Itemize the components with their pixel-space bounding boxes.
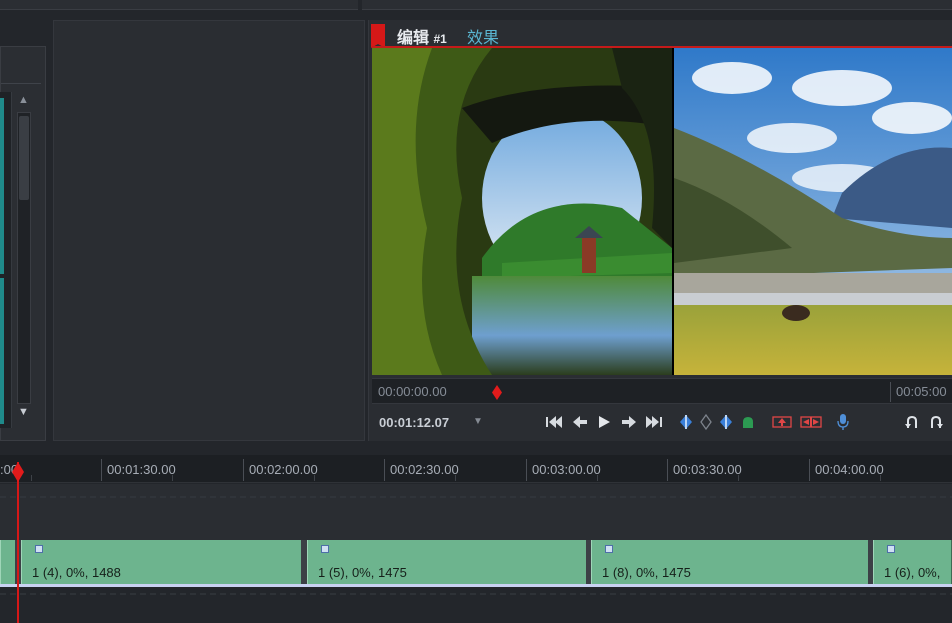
list-item-highlight — [0, 278, 4, 424]
tick-mark — [667, 459, 668, 481]
tick-label: 00:03:00.00 — [532, 462, 601, 477]
preview-ruler-end: 00:05:00 — [896, 384, 947, 399]
lift-icon[interactable] — [770, 412, 794, 432]
skip-to-end-icon[interactable] — [644, 412, 664, 432]
tick-mark — [809, 459, 810, 481]
current-timecode[interactable]: 00:01:12.07 — [379, 415, 449, 430]
timeline-clip[interactable]: 1 (6), 0%, — [873, 540, 952, 584]
tick-mark — [597, 475, 598, 481]
tick-mark — [172, 475, 173, 481]
clip-label: 1 (6), 0%, — [884, 565, 941, 580]
properties-panel — [53, 20, 365, 441]
timecode-dropdown-icon[interactable]: ▼ — [473, 416, 483, 427]
playhead-marker-icon[interactable] — [12, 462, 24, 482]
playhead-line[interactable] — [17, 462, 19, 623]
video-preview[interactable] — [372, 48, 952, 375]
step-back-icon[interactable] — [570, 412, 590, 432]
undo-icon[interactable] — [902, 412, 922, 432]
edit-tab-number: #1 — [433, 32, 447, 46]
preview-scrubber[interactable] — [372, 378, 952, 404]
tick-mark — [384, 459, 385, 481]
list-item-highlight — [0, 98, 4, 274]
timeline-track-upper[interactable] — [0, 484, 952, 538]
tick-mark — [314, 475, 315, 481]
timeline-clip[interactable]: 1 (5), 0%, 1475 — [307, 540, 587, 584]
redo-icon[interactable] — [926, 412, 946, 432]
tab-effects[interactable]: 效果 — [467, 24, 499, 48]
tick-mark — [31, 475, 32, 481]
mark-out-icon[interactable] — [716, 412, 736, 432]
panel-divider — [1, 83, 41, 84]
tick-label: 00:02:30.00 — [390, 462, 459, 477]
top-panel-strip-right — [362, 0, 952, 10]
scroll-up-icon[interactable]: ▲ — [18, 94, 29, 106]
edit-tab-label: 编辑 — [397, 30, 430, 47]
clip-label: 1 (4), 0%, 1488 — [32, 565, 121, 580]
timeline-clip[interactable]: 1 (8), 0%, 1475 — [591, 540, 869, 584]
scrollbar-thumb[interactable] — [19, 116, 29, 200]
tick-mark — [880, 475, 881, 481]
timeline-clip[interactable]: 1 (4), 0%, 1488 — [21, 540, 302, 584]
preview-position-marker-icon[interactable] — [492, 385, 502, 400]
scroll-down-icon[interactable]: ▼ — [18, 406, 29, 418]
track-guide — [0, 496, 952, 498]
preview-ruler-start: 00:00:00.00 — [378, 384, 447, 399]
tick-mark — [738, 475, 739, 481]
media-list[interactable] — [0, 92, 12, 428]
snapshot-icon[interactable] — [738, 412, 758, 432]
ruler-divider — [890, 382, 891, 402]
skip-to-start-icon[interactable] — [544, 412, 564, 432]
timeline-ruler[interactable]: :00 00:01:30.00 00:02:00.00 00:02:30.00 … — [0, 455, 952, 483]
clip-tag-icon — [35, 545, 43, 553]
clip-tag-icon — [321, 545, 329, 553]
tick-label: 00:03:30.00 — [673, 462, 742, 477]
tick-label: 00:01:30.00 — [107, 462, 176, 477]
clip-label: 1 (5), 0%, 1475 — [318, 565, 407, 580]
extract-icon[interactable] — [798, 412, 824, 432]
timeline-track-lower[interactable] — [0, 587, 952, 623]
marker-icon[interactable] — [696, 412, 716, 432]
clip-tag-icon — [887, 545, 895, 553]
top-panel-strip-left — [0, 0, 358, 10]
tick-label: 00:02:00.00 — [249, 462, 318, 477]
play-icon[interactable] — [594, 412, 614, 432]
microphone-icon[interactable] — [833, 412, 853, 432]
tick-mark — [526, 459, 527, 481]
clip-tag-icon — [605, 545, 613, 553]
tick-mark — [455, 475, 456, 481]
timeline-clip[interactable] — [0, 540, 16, 584]
tick-label: 00:04:00.00 — [815, 462, 884, 477]
clip-label: 1 (8), 0%, 1475 — [602, 565, 691, 580]
bookmark-flag-icon — [371, 24, 385, 48]
tick-mark — [101, 459, 102, 481]
track-guide — [0, 593, 952, 595]
timeline-divider — [0, 441, 952, 455]
video-frame-image — [372, 48, 952, 375]
mark-in-icon[interactable] — [676, 412, 696, 432]
preview-title[interactable]: 编辑 #1 — [397, 24, 447, 48]
tick-mark — [243, 459, 244, 481]
step-forward-icon[interactable] — [619, 412, 639, 432]
